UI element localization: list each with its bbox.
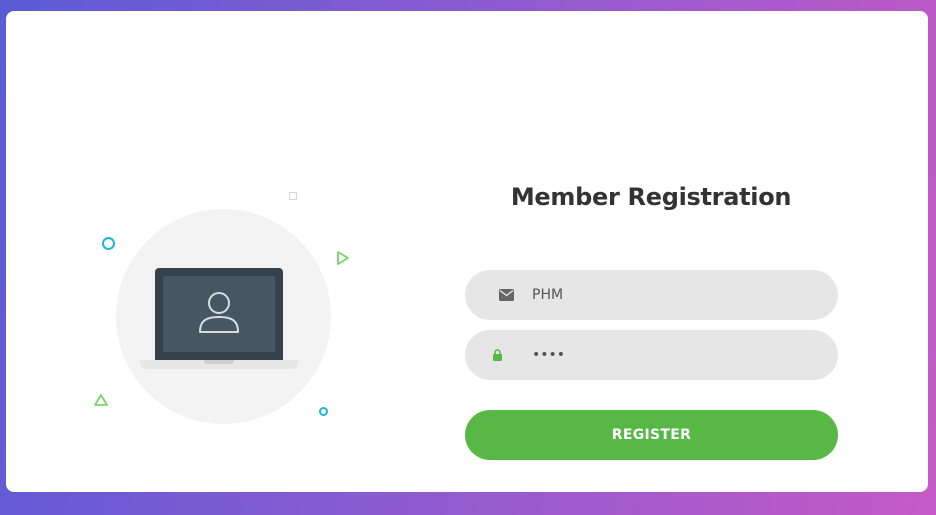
laptop-icon xyxy=(155,268,283,360)
decor-ring-icon xyxy=(102,237,115,250)
email-field[interactable] xyxy=(465,270,838,320)
decor-square-icon xyxy=(289,192,297,200)
register-button[interactable]: REGISTER xyxy=(465,410,838,460)
password-input[interactable] xyxy=(532,330,812,380)
envelope-icon xyxy=(499,270,514,320)
password-field[interactable] xyxy=(465,330,838,380)
laptop-display xyxy=(163,276,275,352)
decor-ring-icon xyxy=(319,407,328,416)
laptop-notch xyxy=(204,360,234,364)
user-icon xyxy=(199,292,239,333)
decor-triangle-icon xyxy=(94,394,108,406)
form-title: Member Registration xyxy=(510,183,792,211)
decor-triangle-icon xyxy=(337,251,349,265)
registration-card: Member Registration REGISTER xyxy=(6,11,928,492)
illustration xyxy=(6,11,426,492)
email-input[interactable] xyxy=(532,270,812,320)
lock-icon xyxy=(492,330,503,380)
laptop-base xyxy=(140,360,298,369)
